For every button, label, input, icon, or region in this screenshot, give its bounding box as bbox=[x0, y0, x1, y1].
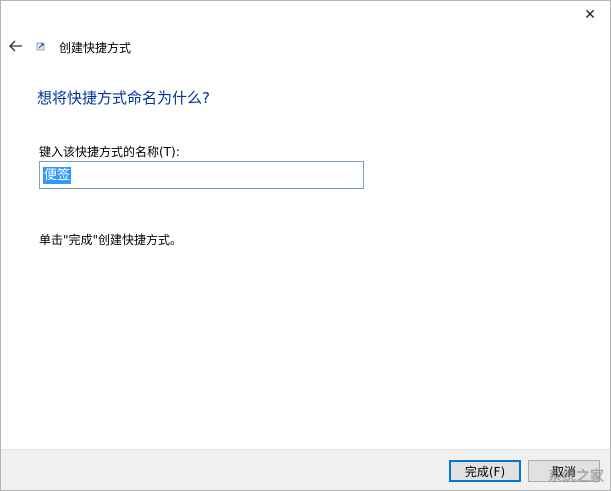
shortcut-name-input[interactable]: 便签 bbox=[39, 161, 364, 189]
close-button[interactable]: ✕ bbox=[570, 1, 610, 29]
page-heading: 想将快捷方式命名为什么? bbox=[37, 89, 210, 107]
shortcut-name-value: 便签 bbox=[43, 166, 72, 184]
footer-bar: 完成(F) 取消 bbox=[1, 449, 610, 490]
close-icon: ✕ bbox=[584, 7, 596, 23]
finish-hint: 单击"完成"创建快捷方式。 bbox=[39, 233, 183, 247]
wizard-title: 创建快捷方式 bbox=[59, 41, 132, 55]
create-shortcut-window: ✕ 创建快捷方式 想将快捷方式命名为什么? 键入该快捷方式的名称(T): 便签 … bbox=[0, 0, 611, 491]
finish-button[interactable]: 完成(F) bbox=[449, 460, 521, 482]
shortcut-name-label: 键入该快捷方式的名称(T): bbox=[39, 145, 180, 159]
shortcut-wizard-icon bbox=[36, 42, 45, 51]
back-button[interactable] bbox=[7, 37, 25, 55]
cancel-button[interactable]: 取消 bbox=[528, 460, 600, 482]
back-arrow-icon bbox=[9, 40, 22, 52]
